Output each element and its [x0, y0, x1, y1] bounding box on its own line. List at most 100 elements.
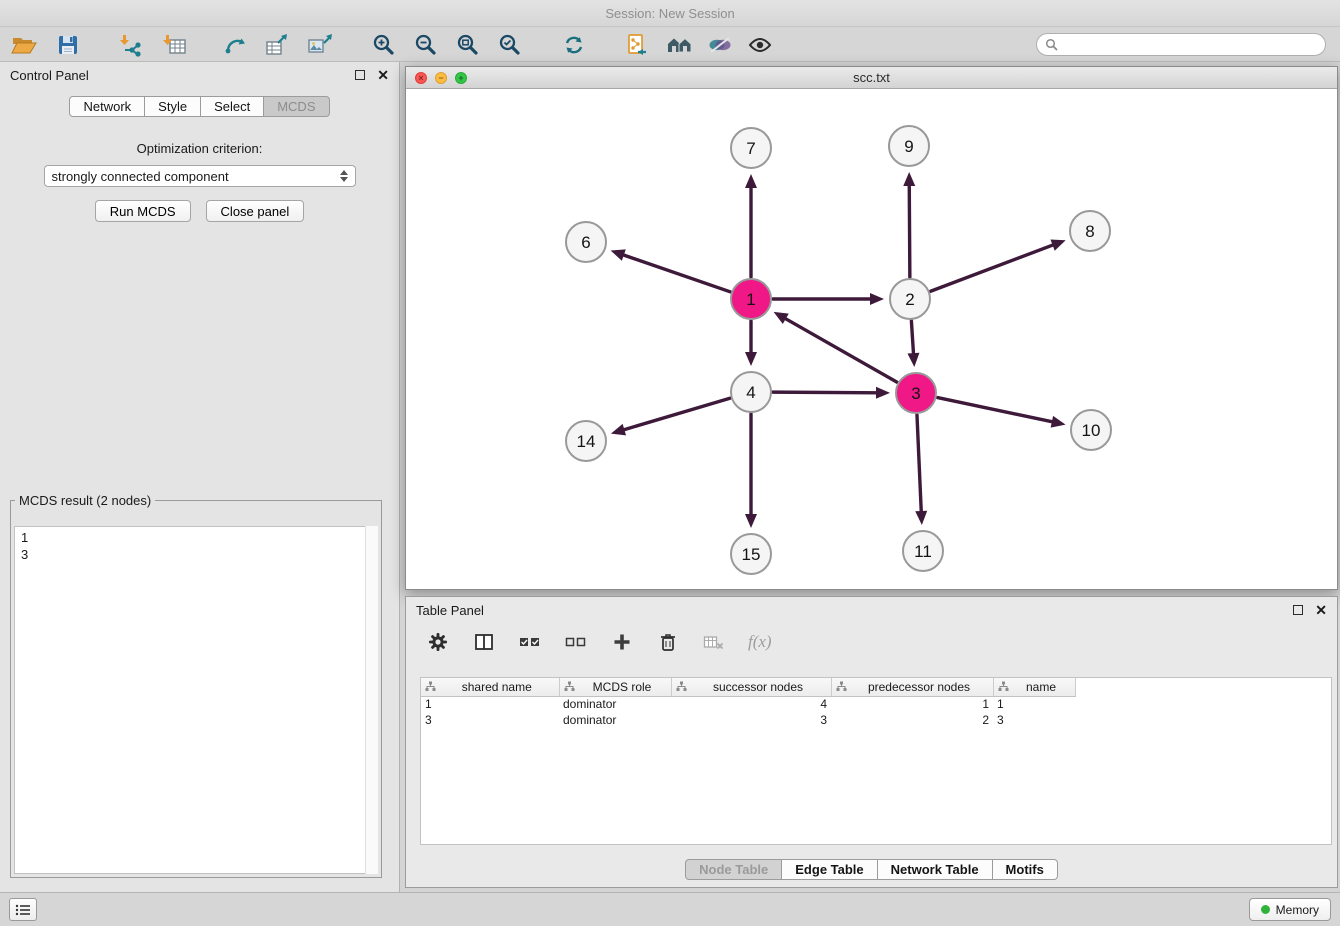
show-columns-icon[interactable]: [472, 630, 496, 654]
svg-text:7: 7: [746, 139, 755, 158]
mcds-result-item[interactable]: 3: [21, 546, 371, 563]
open-session-icon[interactable]: [10, 31, 38, 59]
control-panel-header: Control Panel ✕: [0, 62, 399, 88]
graph-node[interactable]: 1: [731, 279, 771, 319]
zoom-in-icon[interactable]: [370, 31, 398, 59]
column-header-mcds-role[interactable]: MCDS role: [559, 678, 671, 696]
table-settings-gear-icon[interactable]: [426, 630, 450, 654]
svg-text:4: 4: [746, 383, 755, 402]
graph-node[interactable]: 10: [1071, 410, 1111, 450]
tab-motifs[interactable]: Motifs: [993, 859, 1058, 880]
table-cell[interactable]: dominator: [559, 696, 671, 712]
graph-edge[interactable]: [621, 398, 729, 430]
table-cell[interactable]: 4: [671, 696, 831, 712]
table-cell[interactable]: 2: [831, 712, 993, 728]
mcds-result-fieldset: MCDS result (2 nodes) 1 3: [10, 493, 382, 878]
zoom-out-icon[interactable]: [412, 31, 440, 59]
network-document-icon[interactable]: [624, 31, 652, 59]
tab-mcds[interactable]: MCDS: [264, 96, 329, 117]
tab-edge-table[interactable]: Edge Table: [782, 859, 877, 880]
graph-edge[interactable]: [938, 398, 1055, 423]
import-table-icon[interactable]: [160, 31, 188, 59]
graph-edge-arrow: [611, 249, 626, 260]
delete-column-icon[interactable]: [656, 630, 680, 654]
tab-style[interactable]: Style: [145, 96, 201, 117]
tab-network-table[interactable]: Network Table: [878, 859, 993, 880]
graph-node[interactable]: 2: [890, 279, 930, 319]
table-cell[interactable]: 3: [993, 712, 1075, 728]
table-row[interactable]: 3 dominator 3 2 3: [421, 712, 1075, 728]
close-panel-icon[interactable]: ✕: [377, 70, 389, 80]
column-header-shared-name[interactable]: shared name: [421, 678, 559, 696]
window-minimize-icon[interactable]: −: [435, 72, 447, 84]
save-session-icon[interactable]: [54, 31, 82, 59]
deselect-all-columns-icon[interactable]: [564, 630, 588, 654]
list-icon: [15, 903, 31, 917]
tab-network[interactable]: Network: [69, 96, 145, 117]
column-header-predecessor-nodes[interactable]: predecessor nodes: [831, 678, 993, 696]
column-header-successor-nodes[interactable]: successor nodes: [671, 678, 831, 696]
search-input[interactable]: [1063, 37, 1317, 53]
run-mcds-button[interactable]: Run MCDS: [95, 200, 191, 222]
column-header-name[interactable]: name: [993, 678, 1075, 696]
graph-node[interactable]: 9: [889, 126, 929, 166]
mcds-result-item[interactable]: 1: [21, 529, 371, 546]
create-column-icon[interactable]: [610, 630, 634, 654]
import-network-icon[interactable]: [116, 31, 144, 59]
graph-edge[interactable]: [783, 317, 897, 382]
export-network-icon[interactable]: [222, 31, 250, 59]
table-toolbar: f(x): [406, 623, 1337, 661]
zoom-selected-icon[interactable]: [496, 31, 524, 59]
optimization-criterion-select[interactable]: strongly connected component: [44, 165, 356, 187]
graph-node[interactable]: 3: [896, 373, 936, 413]
table-cell[interactable]: 1: [421, 696, 559, 712]
window-close-icon[interactable]: ×: [415, 72, 427, 84]
result-scrollbar[interactable]: [365, 526, 378, 874]
mcds-result-list[interactable]: 1 3: [14, 526, 378, 874]
style-lens-icon[interactable]: [706, 31, 734, 59]
table-row[interactable]: 1 dominator 4 1 1: [421, 696, 1075, 712]
graph-node[interactable]: 8: [1070, 211, 1110, 251]
export-image-icon[interactable]: [306, 31, 334, 59]
export-table-icon[interactable]: [264, 31, 292, 59]
close-panel-button[interactable]: Close panel: [206, 200, 305, 222]
table-cell[interactable]: 1: [993, 696, 1075, 712]
tab-node-table[interactable]: Node Table: [685, 859, 782, 880]
table-panel-title: Table Panel: [416, 603, 484, 618]
zoom-fit-icon[interactable]: [454, 31, 482, 59]
memory-button[interactable]: Memory: [1249, 898, 1331, 921]
graph-node[interactable]: 14: [566, 421, 606, 461]
task-history-button[interactable]: [9, 898, 37, 921]
network-view-window: × − + scc.txt 7 9 6 8 1 2 4 3 14 10 15 11: [405, 66, 1338, 590]
tab-select[interactable]: Select: [201, 96, 264, 117]
graph-edge-arrow: [870, 293, 884, 305]
window-zoom-icon[interactable]: +: [455, 72, 467, 84]
table-cell[interactable]: dominator: [559, 712, 671, 728]
float-table-panel-icon[interactable]: [1293, 605, 1303, 615]
graph-edge[interactable]: [621, 254, 730, 292]
float-panel-icon[interactable]: [355, 70, 365, 80]
graph-node[interactable]: 15: [731, 534, 771, 574]
graph-edge-arrow: [907, 353, 919, 367]
network-canvas[interactable]: 7 9 6 8 1 2 4 3 14 10 15 11: [406, 90, 1337, 589]
table-cell[interactable]: 3: [671, 712, 831, 728]
graph-node[interactable]: 6: [566, 222, 606, 262]
select-all-columns-icon[interactable]: [518, 630, 542, 654]
graph-edge[interactable]: [911, 321, 913, 356]
graph-edge[interactable]: [773, 392, 879, 393]
home-networks-icon[interactable]: [666, 31, 694, 59]
network-window-titlebar[interactable]: × − + scc.txt: [406, 67, 1337, 89]
graph-edge[interactable]: [931, 244, 1056, 291]
search-box[interactable]: [1036, 33, 1326, 56]
show-hide-icon[interactable]: [746, 31, 774, 59]
graph-edge[interactable]: [917, 415, 921, 514]
graph-node[interactable]: 4: [731, 372, 771, 412]
graph-edge[interactable]: [909, 183, 910, 277]
table-cell[interactable]: 3: [421, 712, 559, 728]
close-table-panel-icon[interactable]: ✕: [1315, 605, 1327, 615]
graph-node[interactable]: 11: [903, 531, 943, 571]
graph-node[interactable]: 7: [731, 128, 771, 168]
refresh-icon[interactable]: [560, 31, 588, 59]
table-cell[interactable]: 1: [831, 696, 993, 712]
graph-svg[interactable]: 7 9 6 8 1 2 4 3 14 10 15 11: [406, 90, 1337, 590]
